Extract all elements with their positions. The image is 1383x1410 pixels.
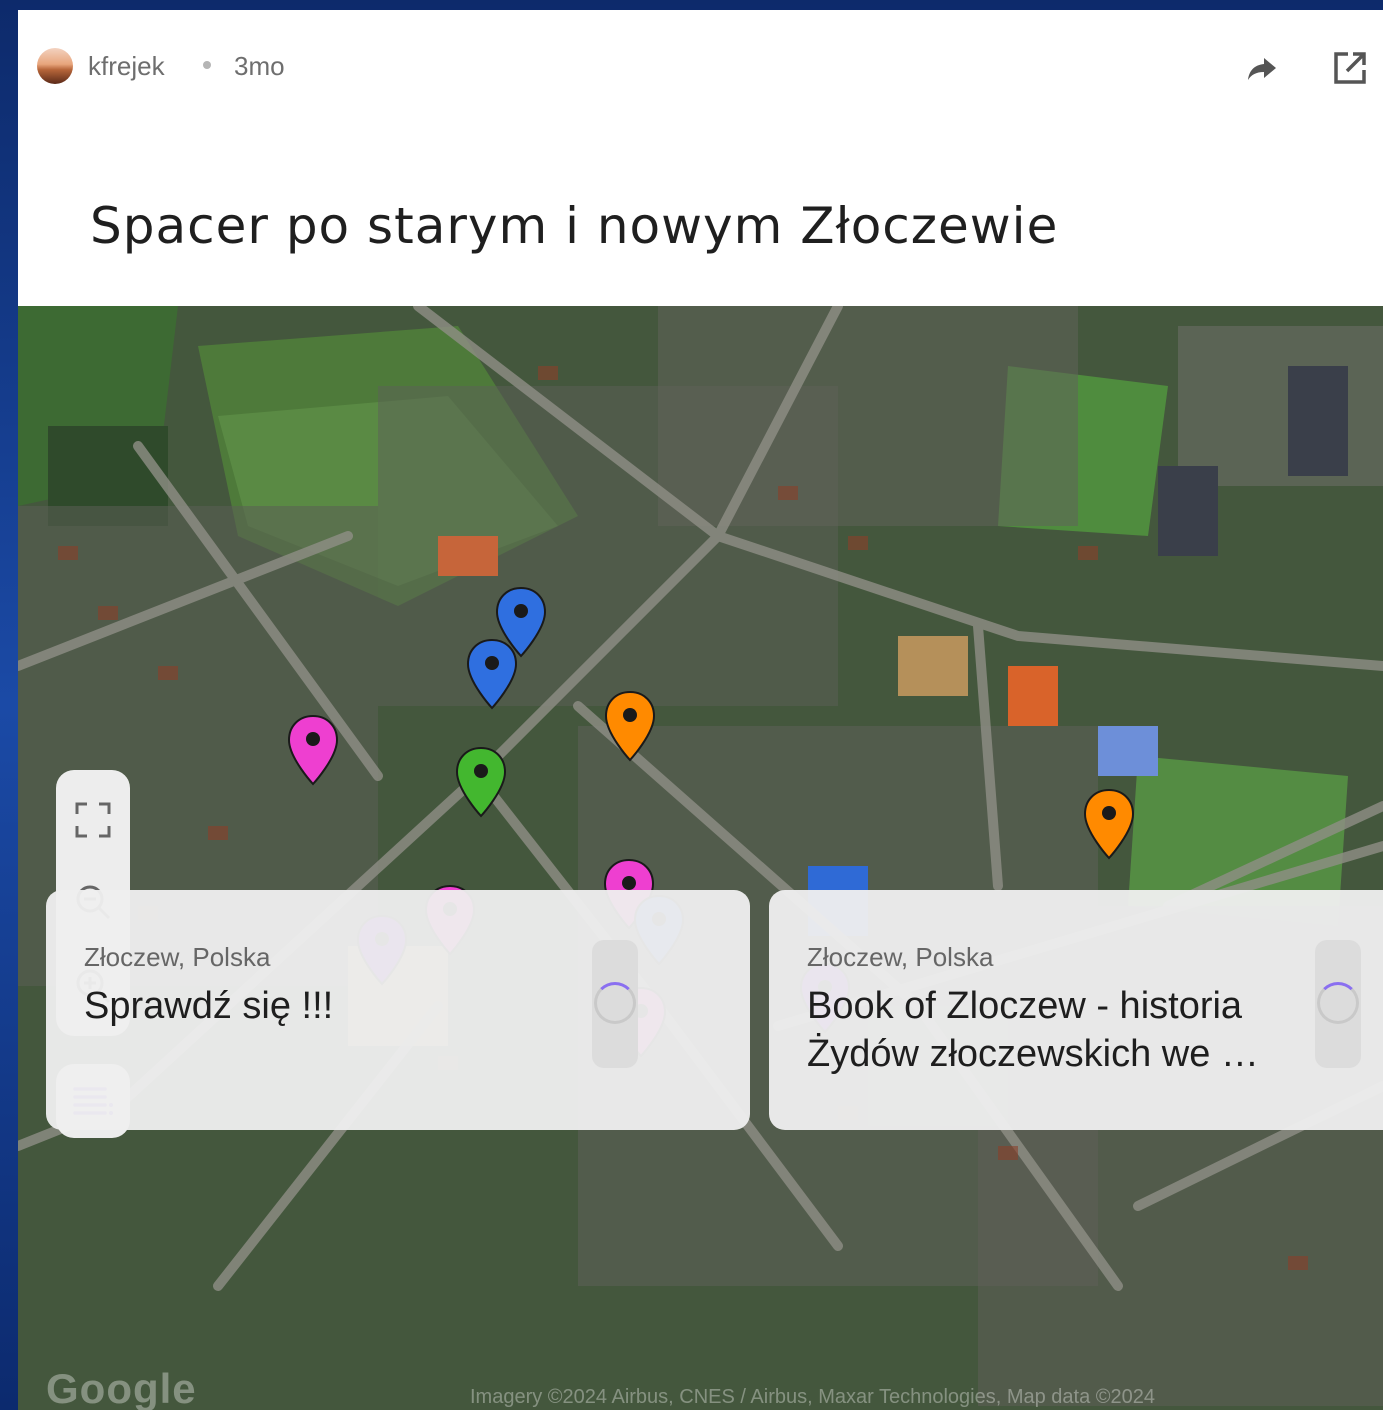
place-card[interactable]: Złoczew, Polska Sprawdź się !!! xyxy=(46,890,750,1130)
author-name[interactable]: kfrejek xyxy=(88,48,165,84)
share-arrow-icon xyxy=(1248,58,1276,80)
open-external-icon xyxy=(1334,52,1366,84)
place-card-location: Złoczew, Polska xyxy=(807,942,994,972)
open-external-button[interactable] xyxy=(1330,48,1370,88)
map-marker[interactable] xyxy=(1082,788,1136,860)
loading-spinner xyxy=(592,940,638,1068)
map-imagery xyxy=(18,306,1383,1410)
satellite-map[interactable] xyxy=(18,306,1383,1410)
map-marker[interactable] xyxy=(286,714,340,786)
place-card-title: Sprawdź się !!! xyxy=(84,985,334,1027)
google-watermark: Google xyxy=(46,1365,197,1410)
map-attribution[interactable]: Imagery ©2024 Airbus, CNES / Airbus, Max… xyxy=(470,1386,1380,1409)
post-title: Spacer po starym i nowym Złoczewie xyxy=(90,197,1059,255)
map-marker[interactable] xyxy=(465,638,519,710)
avatar[interactable] xyxy=(37,48,73,84)
post-card: kfrejek 3mo Spacer po starym i nowym Zło… xyxy=(18,10,1383,1410)
separator-dot xyxy=(203,61,211,69)
post-header: kfrejek 3mo Spacer po starym i nowym Zło… xyxy=(18,10,1383,306)
place-card-title: Book of Zloczew - historia Żydów złoczew… xyxy=(807,985,1259,1075)
map-marker[interactable] xyxy=(603,690,657,762)
map-marker[interactable] xyxy=(454,746,508,818)
post-age: 3mo xyxy=(234,51,285,81)
share-button[interactable] xyxy=(1242,48,1282,88)
fullscreen-button[interactable] xyxy=(73,800,113,840)
loading-spinner xyxy=(1315,940,1361,1068)
fullscreen-icon xyxy=(75,802,111,838)
place-card-location: Złoczew, Polska xyxy=(84,942,271,972)
place-card[interactable]: Złoczew, Polska Book of Zloczew - histor… xyxy=(769,890,1383,1130)
